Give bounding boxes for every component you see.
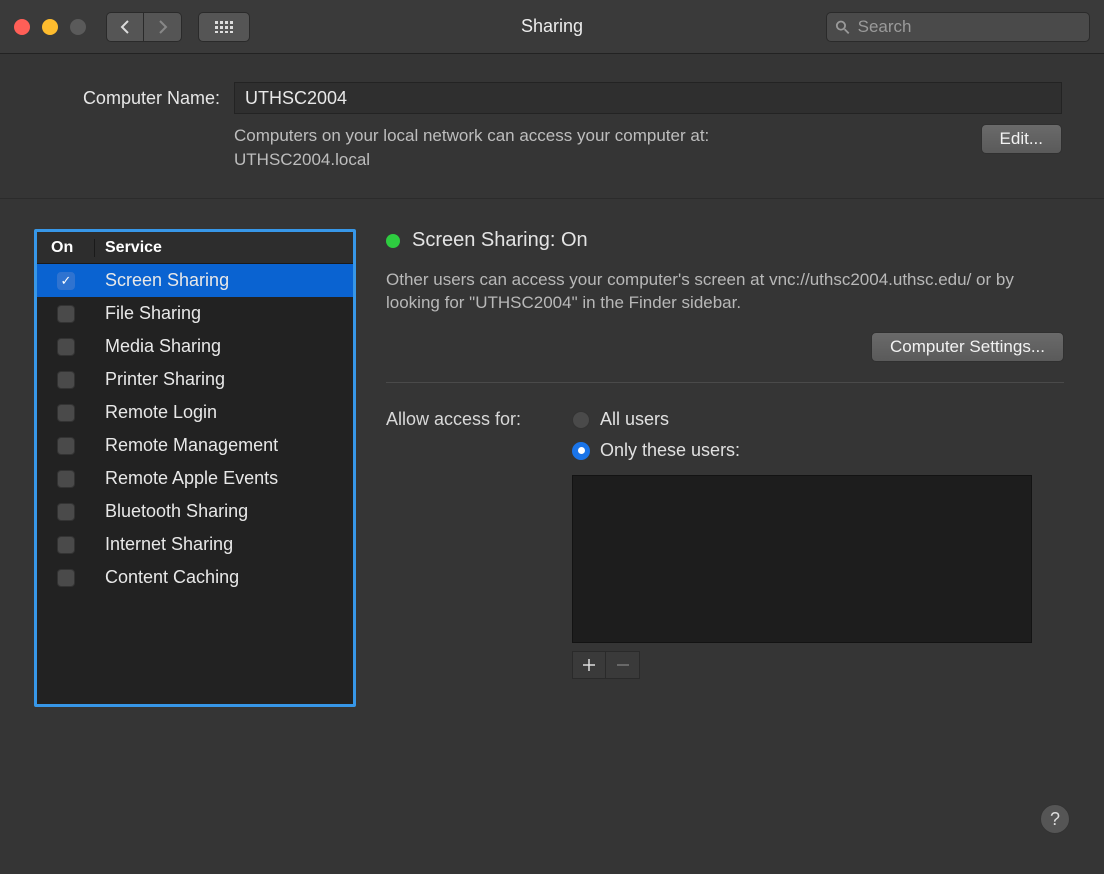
computer-name-section: Computer Name: Computers on your local n… — [0, 54, 1104, 199]
service-label: Internet Sharing — [95, 534, 233, 555]
plus-icon — [582, 658, 596, 672]
back-button[interactable] — [106, 12, 144, 42]
search-field[interactable] — [826, 12, 1090, 42]
status-indicator-icon — [386, 234, 400, 248]
service-label: Remote Management — [95, 435, 278, 456]
service-row[interactable]: Internet Sharing — [37, 528, 353, 561]
titlebar: Sharing — [0, 0, 1104, 54]
service-checkbox[interactable] — [57, 272, 75, 290]
column-on: On — [37, 239, 95, 257]
service-checkbox[interactable] — [57, 569, 75, 587]
service-row[interactable]: Remote Management — [37, 429, 353, 462]
minimize-window-button[interactable] — [42, 19, 58, 35]
service-row[interactable]: Content Caching — [37, 561, 353, 594]
computer-name-hint: Computers on your local network can acce… — [234, 124, 981, 172]
service-row[interactable]: Media Sharing — [37, 330, 353, 363]
service-checkbox[interactable] — [57, 338, 75, 356]
service-label: Media Sharing — [95, 336, 221, 357]
help-button[interactable]: ? — [1040, 804, 1070, 834]
radio-only-these-users[interactable]: Only these users: — [572, 440, 1032, 461]
service-row[interactable]: Remote Login — [37, 396, 353, 429]
service-description: Other users can access your computer's s… — [386, 268, 1064, 314]
service-row[interactable]: Bluetooth Sharing — [37, 495, 353, 528]
zoom-window-button — [70, 19, 86, 35]
service-row[interactable]: Printer Sharing — [37, 363, 353, 396]
service-label: File Sharing — [95, 303, 201, 324]
window-controls — [14, 19, 86, 35]
nav-buttons — [106, 12, 182, 42]
service-checkbox[interactable] — [57, 503, 75, 521]
service-row[interactable]: Screen Sharing — [37, 264, 353, 297]
service-label: Remote Login — [95, 402, 217, 423]
radio-all-users[interactable]: All users — [572, 409, 1032, 430]
services-table[interactable]: On Service Screen Sharing File Sharing Med… — [34, 229, 356, 707]
service-row[interactable]: Remote Apple Events — [37, 462, 353, 495]
sharing-preferences-window: Sharing Computer Name: Computers on your… — [0, 0, 1104, 874]
service-label: Remote Apple Events — [95, 468, 278, 489]
allowed-users-list[interactable] — [572, 475, 1032, 643]
computer-name-label: Computer Name: — [42, 88, 220, 109]
computer-settings-button[interactable]: Computer Settings... — [871, 332, 1064, 362]
forward-button — [144, 12, 182, 42]
service-label: Screen Sharing — [95, 270, 229, 291]
search-input[interactable] — [856, 16, 1081, 38]
status-title: Screen Sharing: On — [412, 229, 588, 252]
main-section: On Service Screen Sharing File Sharing Med… — [0, 199, 1104, 874]
service-checkbox[interactable] — [57, 470, 75, 488]
service-label: Printer Sharing — [95, 369, 225, 390]
service-checkbox[interactable] — [57, 404, 75, 422]
minus-icon — [616, 658, 630, 672]
service-label: Content Caching — [95, 567, 239, 588]
close-window-button[interactable] — [14, 19, 30, 35]
allow-access-label: Allow access for: — [386, 409, 556, 430]
search-icon — [835, 19, 850, 35]
show-all-button[interactable] — [198, 12, 250, 42]
edit-hostname-button[interactable]: Edit... — [981, 124, 1062, 154]
service-row[interactable]: File Sharing — [37, 297, 353, 330]
service-checkbox[interactable] — [57, 371, 75, 389]
service-checkbox[interactable] — [57, 536, 75, 554]
column-service: Service — [95, 239, 162, 257]
service-label: Bluetooth Sharing — [95, 501, 248, 522]
service-checkbox[interactable] — [57, 437, 75, 455]
add-user-button[interactable] — [572, 651, 606, 679]
service-detail-panel: Screen Sharing: On Other users can acces… — [386, 229, 1064, 864]
remove-user-button — [606, 651, 640, 679]
computer-name-input[interactable] — [234, 82, 1062, 114]
services-table-header: On Service — [37, 232, 353, 264]
service-checkbox[interactable] — [57, 305, 75, 323]
